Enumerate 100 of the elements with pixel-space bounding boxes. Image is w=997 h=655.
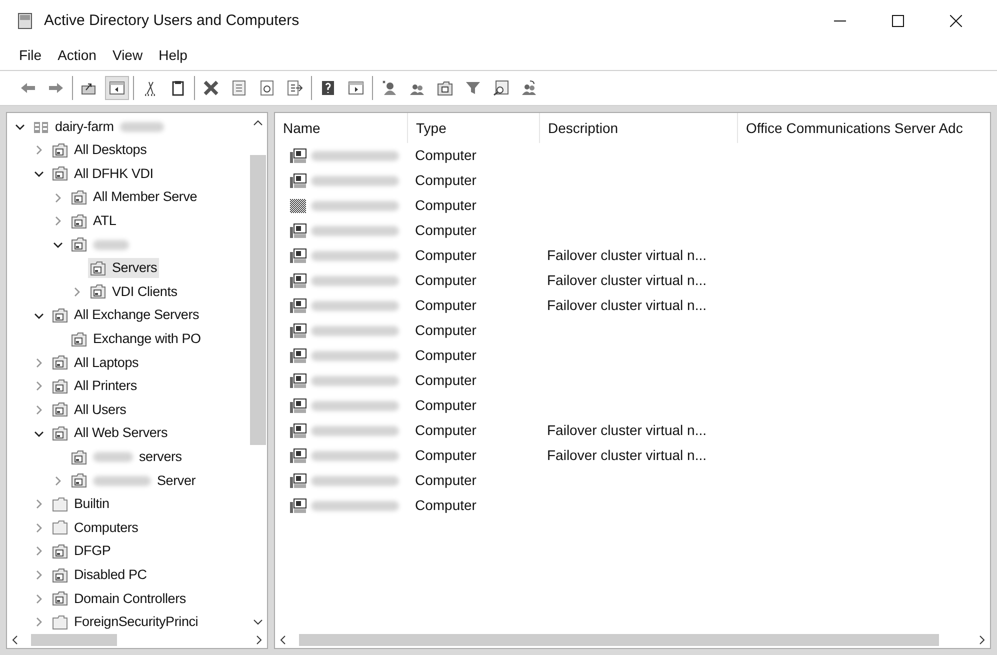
- collapse-chevron-icon[interactable]: [34, 428, 44, 439]
- console-tree-icon[interactable]: [105, 76, 129, 100]
- expand-chevron-icon[interactable]: [34, 358, 44, 368]
- tree-label: DFGP: [74, 542, 111, 560]
- expand-chevron-icon[interactable]: [34, 404, 44, 415]
- computer-icon: [289, 222, 307, 238]
- tree-label: Servers: [112, 259, 158, 278]
- computer-icon: [289, 272, 307, 288]
- table-cell-text: Failover cluster virtual n...: [546, 421, 706, 440]
- computer-icon: [289, 422, 307, 438]
- scroll-left-icon[interactable]: [11, 635, 19, 645]
- expand-chevron-icon[interactable]: [34, 499, 44, 510]
- table-cell-text: Computer: [414, 371, 478, 390]
- folder-icon: [52, 568, 68, 583]
- collapse-chevron-icon[interactable]: [34, 168, 44, 179]
- folder-icon: [52, 142, 68, 158]
- scroll-up-icon[interactable]: [253, 119, 263, 127]
- tree-item[interactable]: Servers: [88, 258, 160, 278]
- expand-chevron-icon[interactable]: [53, 476, 63, 486]
- computer-icon: [289, 298, 307, 314]
- expand-chevron-icon[interactable]: [34, 145, 44, 156]
- tree-label: ATL: [93, 212, 116, 230]
- maximize-icon: [892, 15, 904, 27]
- expand-chevron-icon[interactable]: [34, 546, 44, 556]
- folder-icon: [71, 190, 87, 206]
- folder-icon: [71, 473, 87, 488]
- collapse-chevron-icon[interactable]: [34, 310, 44, 321]
- tree-item[interactable]: All Web Servers: [50, 423, 170, 444]
- table-cell-text: Computer: [414, 221, 478, 240]
- scroll-right-icon[interactable]: [255, 635, 263, 645]
- tree-item[interactable]: All Desktops: [50, 140, 149, 161]
- computer-icon: [289, 448, 307, 464]
- tree-item[interactable]: VDI Clients: [88, 282, 180, 302]
- table-cell-text: Computer: [414, 296, 478, 315]
- tree-label: All Users: [74, 400, 126, 419]
- computer-icon: [289, 372, 307, 388]
- table-cell-text: Failover cluster virtual n...: [546, 446, 706, 465]
- tree-item[interactable]: DFGP: [50, 541, 113, 562]
- column-header[interactable]: Office Communications Server Adc: [737, 113, 990, 143]
- tree-item[interactable]: servers: [69, 446, 184, 468]
- folder-icon: [52, 355, 68, 370]
- folder-icon: [90, 260, 106, 276]
- menu-item[interactable]: File: [12, 44, 49, 66]
- table-cell-text: Failover cluster virtual n...: [546, 271, 706, 290]
- expand-chevron-icon[interactable]: [72, 286, 82, 297]
- expand-chevron-icon[interactable]: [53, 216, 63, 226]
- expand-chevron-icon[interactable]: [34, 522, 44, 533]
- table-cell-text: Computer: [414, 321, 478, 340]
- folder-icon: [52, 614, 68, 630]
- table-cell-text: Failover cluster virtual n...: [546, 246, 706, 265]
- tree-item[interactable]: All Laptops: [50, 352, 141, 373]
- table-cell-text: Computer: [414, 171, 478, 190]
- column-header[interactable]: Name: [275, 113, 407, 143]
- folder-icon: [71, 332, 87, 347]
- scroll-right-icon[interactable]: [978, 635, 986, 645]
- tree-item[interactable]: All Printers: [50, 376, 139, 396]
- computer-icon: [289, 472, 307, 488]
- collapse-chevron-icon[interactable]: [15, 122, 25, 132]
- tree-label: All Exchange Servers: [74, 306, 200, 324]
- folder-icon: [52, 591, 68, 606]
- tree-item[interactable]: Domain Controllers: [50, 588, 188, 609]
- table-cell-text: Computer: [414, 146, 478, 165]
- folder-icon: [52, 308, 68, 324]
- tree-item[interactable]: Disabled PC: [50, 564, 149, 586]
- tree-item[interactable]: ForeignSecurityPrinci: [50, 612, 200, 632]
- tree-label: All Desktops: [74, 141, 147, 160]
- tree-item[interactable]: All DFHK VDI: [50, 164, 156, 184]
- tree-item[interactable]: All Users: [50, 400, 128, 420]
- expand-chevron-icon[interactable]: [34, 617, 44, 628]
- table-cell-text: Computer: [414, 471, 478, 490]
- computer-icon: [289, 148, 307, 164]
- column-header[interactable]: Description: [539, 113, 737, 143]
- tree-item[interactable]: [69, 237, 131, 252]
- tree-item[interactable]: ATL: [69, 211, 118, 232]
- table-cell-text: Computer: [414, 271, 478, 290]
- tree-label: Builtin: [74, 495, 110, 514]
- tree-item[interactable]: Exchange with PO: [69, 329, 203, 350]
- table-cell-text: Computer: [414, 446, 478, 465]
- tree-label: All Laptops: [74, 354, 139, 372]
- tree-item[interactable]: Server: [69, 470, 198, 491]
- scroll-left-icon[interactable]: [279, 635, 287, 645]
- computer-icon: [289, 398, 307, 414]
- menu-item[interactable]: Help: [152, 44, 194, 66]
- folder-icon: [71, 214, 87, 229]
- tree-item[interactable]: dairy-farm: [31, 116, 166, 137]
- menu-item[interactable]: View: [105, 44, 150, 66]
- collapse-chevron-icon[interactable]: [53, 240, 63, 250]
- tree-item[interactable]: All Exchange Servers: [50, 305, 202, 326]
- scroll-down-icon[interactable]: [253, 618, 263, 626]
- computer-icon: [289, 248, 307, 264]
- menu-item[interactable]: Action: [50, 44, 104, 66]
- expand-chevron-icon[interactable]: [34, 381, 44, 392]
- folder-icon: [52, 378, 68, 394]
- column-header[interactable]: Type: [407, 113, 539, 143]
- tree-item[interactable]: Computers: [50, 518, 140, 538]
- expand-chevron-icon[interactable]: [34, 594, 44, 604]
- tree-item[interactable]: Builtin: [50, 494, 112, 514]
- tree-item[interactable]: All Member Serve: [69, 187, 200, 208]
- expand-chevron-icon[interactable]: [34, 570, 44, 580]
- expand-chevron-icon[interactable]: [53, 192, 63, 203]
